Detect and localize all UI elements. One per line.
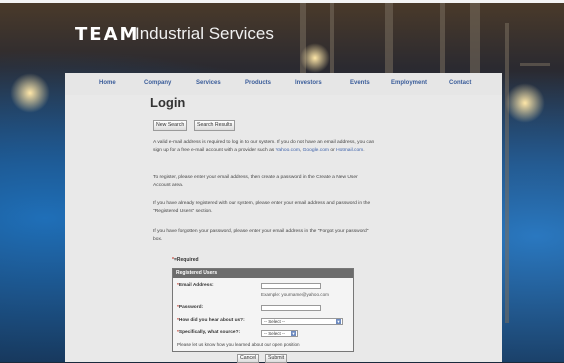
password-field[interactable] <box>261 305 321 311</box>
required-legend: *=Required <box>172 257 199 263</box>
banner-pipe <box>520 63 550 66</box>
source-label-text: Specifically, what source?: <box>178 330 241 335</box>
nav-contact[interactable]: Contact <box>449 80 471 86</box>
banner-light <box>300 43 330 73</box>
password-label-text: Password: <box>178 305 204 310</box>
intro-end: . <box>363 148 365 153</box>
password-label: *Password: <box>177 305 203 310</box>
banner-light <box>10 73 50 113</box>
chevron-down-icon[interactable]: ▼ <box>336 319 341 324</box>
banner-pipe <box>385 3 393 73</box>
intro-paragraph-forgot: If you have forgotten your password, ple… <box>153 229 369 242</box>
nav-home[interactable]: Home <box>99 80 116 86</box>
nav-events[interactable]: Events <box>350 80 370 86</box>
hear-label: *How did you hear about us?: <box>177 318 245 323</box>
main-nav: Home Company Services Products Investors… <box>65 73 502 95</box>
nav-employment[interactable]: Employment <box>391 80 427 86</box>
new-search-button[interactable]: New Search <box>153 120 188 131</box>
banner-light <box>505 83 545 123</box>
registered-users-form: Registered Users *Email Address: Example… <box>172 268 354 352</box>
banner-pipe <box>505 23 509 323</box>
email-field[interactable] <box>261 283 321 289</box>
intro-paragraph-registered: If you have already registered with our … <box>153 201 371 214</box>
google-link[interactable]: Google.com <box>303 148 329 153</box>
logo-services[interactable]: Industrial Services <box>135 24 274 44</box>
intro-paragraph-email: A valid e-mail address is required to lo… <box>153 139 375 155</box>
source-select[interactable]: -- Select -- ▼ <box>261 330 298 337</box>
hear-label-text: How did you hear about us?: <box>178 318 245 323</box>
nav-investors[interactable]: Investors <box>295 80 322 86</box>
email-label-text: Email Address: <box>178 283 214 288</box>
nav-products[interactable]: Products <box>245 80 271 86</box>
hear-selected: -- Select -- <box>264 319 286 324</box>
source-label: *Specifically, what source?: <box>177 330 240 335</box>
banner-pipe <box>470 3 480 73</box>
form-note: Please let us know how you learned about… <box>177 342 300 347</box>
banner-pipe <box>440 3 445 73</box>
nav-services[interactable]: Services <box>196 80 221 86</box>
chevron-down-icon[interactable]: ▼ <box>291 331 296 336</box>
logo-team[interactable]: TEAM <box>75 24 139 45</box>
source-selected: -- Select -- <box>264 331 286 336</box>
page-title: Login <box>150 95 186 110</box>
form-header: Registered Users <box>173 269 353 278</box>
yahoo-link[interactable]: Yahoo.com <box>276 148 300 153</box>
nav-company[interactable]: Company <box>144 80 171 86</box>
hear-select[interactable]: -- Select -- ▼ <box>261 318 343 325</box>
email-hint: Example: yourname@yahoo.com <box>261 292 329 297</box>
intro-paragraph-register: To register, please enter your email add… <box>153 175 358 188</box>
search-results-button[interactable]: Search Results <box>194 120 236 131</box>
banner-pipe <box>330 3 334 73</box>
required-label: =Required <box>173 257 199 263</box>
hotmail-link[interactable]: Hotmail.com <box>336 148 363 153</box>
email-label: *Email Address: <box>177 283 214 288</box>
